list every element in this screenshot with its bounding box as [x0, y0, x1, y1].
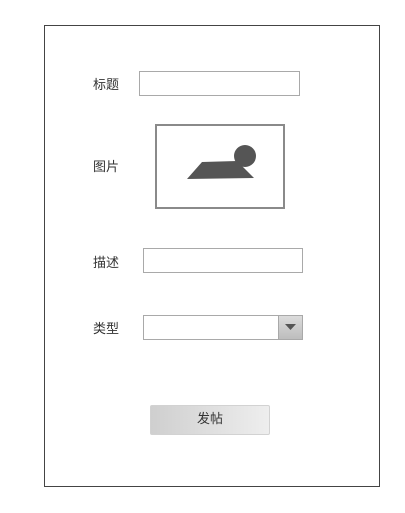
type-select[interactable] [143, 315, 303, 340]
title-label: 标题 [93, 78, 120, 93]
description-input[interactable] [143, 248, 303, 273]
dropdown-button[interactable] [278, 316, 302, 339]
image-upload-area[interactable] [155, 124, 285, 209]
type-label: 类型 [93, 322, 120, 337]
image-placeholder-icon [187, 145, 256, 179]
description-label: 描述 [93, 256, 120, 271]
post-button[interactable]: 发帖 [150, 405, 270, 435]
chevron-down-icon [285, 324, 296, 330]
post-form-panel: 标题 图片 描述 类型 发帖 [44, 25, 380, 487]
title-input[interactable] [139, 71, 300, 96]
image-label: 图片 [93, 160, 120, 175]
